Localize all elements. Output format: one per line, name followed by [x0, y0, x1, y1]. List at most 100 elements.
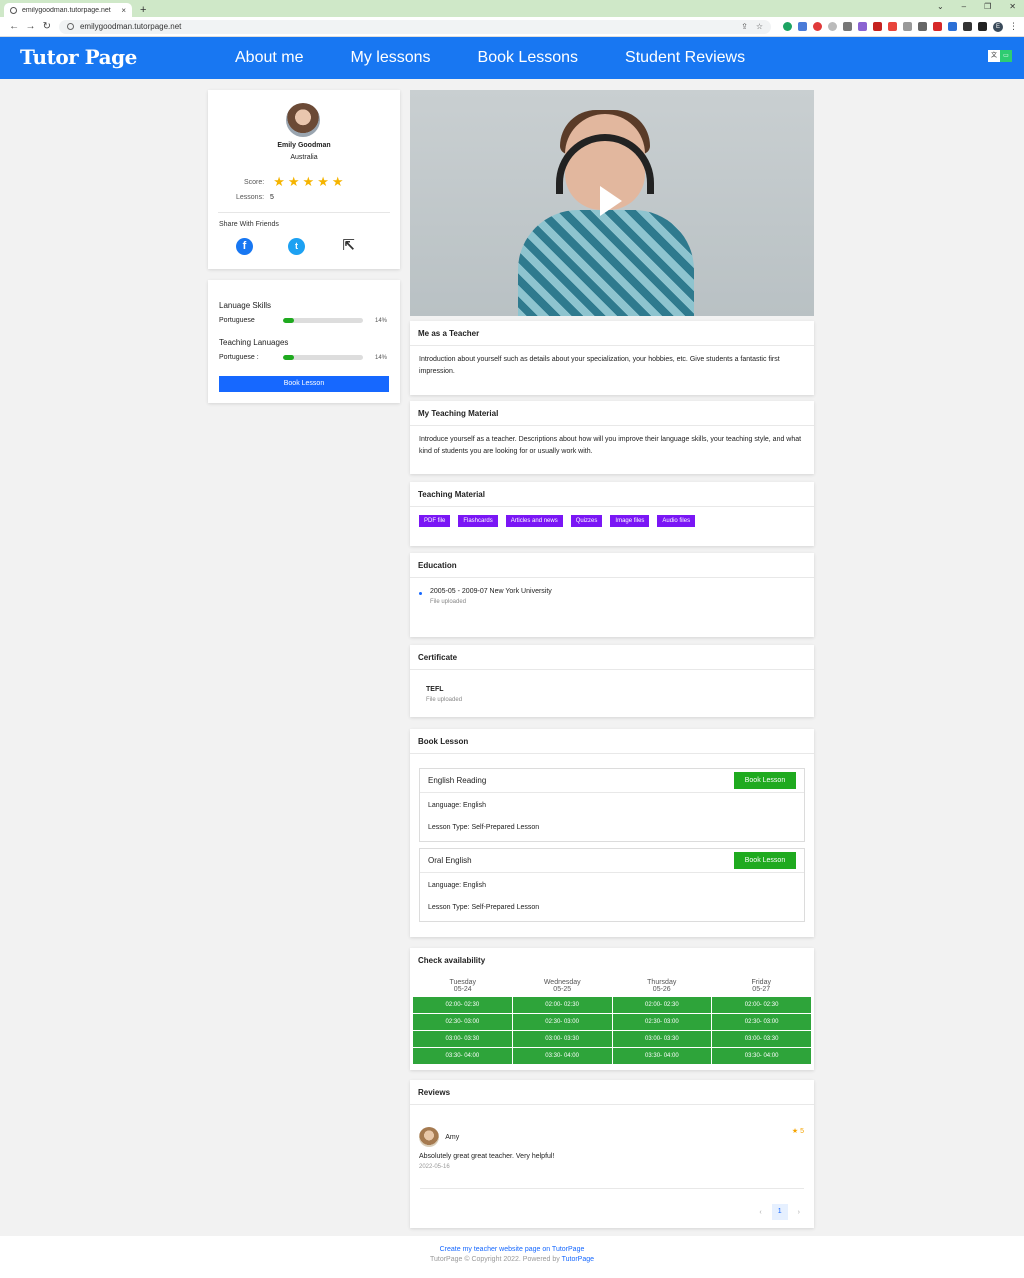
time-slot[interactable]: 02:00- 02:30	[512, 997, 612, 1013]
chevron-down-icon[interactable]: ⌄	[937, 2, 944, 11]
create-page-link[interactable]: Create my teacher website page on TutorP…	[0, 1246, 1024, 1253]
time-slot[interactable]: 03:00- 03:30	[712, 1031, 811, 1047]
lesson-card: Oral English Book Lesson Language: Engli…	[419, 848, 805, 922]
time-slot[interactable]: 02:30- 03:00	[512, 1014, 612, 1030]
language-skill-row: Portuguese 14%	[219, 317, 390, 324]
close-tab-icon[interactable]: ×	[121, 6, 126, 15]
material-tag: Image files	[610, 515, 650, 527]
camera-icon[interactable]	[902, 22, 912, 31]
section-title: Me as a Teacher	[410, 321, 814, 346]
restore-icon[interactable]: ❐	[984, 2, 991, 11]
pagination: ‹ 1 ›	[759, 1204, 800, 1220]
nav-book-lessons[interactable]: Book Lessons	[478, 49, 579, 67]
material-tag: Articles and news	[505, 515, 563, 527]
teacher-country: Australia	[290, 154, 318, 161]
language-skill-fill	[283, 318, 295, 323]
intro-video[interactable]	[410, 90, 814, 316]
time-slot[interactable]: 03:30- 04:00	[712, 1048, 811, 1064]
tab-title: emilygoodman.tutorpage.net	[22, 6, 111, 14]
lesson-name: English Reading	[428, 776, 487, 785]
time-slot[interactable]: 02:30- 03:00	[712, 1014, 811, 1030]
section-title: Reviews	[410, 1080, 814, 1105]
time-slot-row: 03:00- 03:30 03:00- 03:30 03:00- 03:30 03:0…	[413, 1031, 811, 1047]
main-nav: About me My lessons Book Lessons Student…	[235, 37, 792, 79]
language-icon[interactable]: 文	[988, 50, 1000, 62]
availability-days: Tuesday 05-24 Wednesday 05-25 Thursday 05-2…	[410, 973, 814, 997]
language-switch[interactable]: 文 ▭	[988, 50, 1012, 62]
reload-icon[interactable]: ↻	[39, 21, 55, 32]
site-footer: Create my teacher website page on TutorP…	[0, 1236, 1024, 1278]
lesson-card: English Reading Book Lesson Language: En…	[419, 768, 805, 842]
time-slot-row: 03:30- 04:00 03:30- 04:00 03:30- 04:00 03:3…	[413, 1048, 811, 1064]
share-page-icon[interactable]: ⇪	[741, 22, 748, 31]
reviewer-avatar	[419, 1127, 439, 1147]
next-page-icon[interactable]: ›	[798, 1209, 800, 1216]
book-lesson-button[interactable]: Book Lesson	[734, 852, 796, 869]
teaching-language-row: Portuguese : 14%	[219, 354, 390, 361]
material-tag: Audio files	[657, 515, 696, 527]
availability-section: Check availability Tuesday 05-24 Wednesda…	[410, 948, 814, 1070]
site-info-icon[interactable]	[66, 23, 74, 30]
prev-page-icon[interactable]: ‹	[759, 1209, 761, 1216]
extension-icon[interactable]	[932, 22, 942, 31]
site-logo[interactable]: Tutor Page	[20, 45, 137, 69]
page-number[interactable]: 1	[771, 1204, 788, 1220]
browser-tab[interactable]: emilygoodman.tutorpage.net ×	[4, 3, 132, 17]
time-slot[interactable]: 02:00- 02:30	[612, 997, 712, 1013]
time-slot[interactable]: 02:30- 03:00	[612, 1014, 712, 1030]
play-icon[interactable]	[600, 186, 622, 216]
language-skills-title: Lanuage Skills	[219, 301, 272, 310]
lesson-header: Oral English Book Lesson	[420, 849, 804, 873]
lesson-language: Language: English	[428, 802, 486, 809]
extensions-bar: E ⋮	[782, 21, 1018, 32]
time-slot[interactable]: 03:00- 03:30	[413, 1031, 512, 1047]
extension-icon[interactable]	[917, 22, 927, 31]
address-toolbar: ← → ↻ emilygoodman.tutorpage.net ⇪ ☆ E ⋮	[0, 17, 1024, 37]
minimize-icon[interactable]: –	[962, 2, 966, 11]
nav-student-reviews[interactable]: Student Reviews	[625, 49, 745, 67]
site-header: Tutor Page About me My lessons Book Less…	[0, 37, 1024, 79]
time-slot[interactable]: 02:30- 03:00	[413, 1014, 512, 1030]
nav-about-me[interactable]: About me	[235, 49, 303, 67]
time-slot[interactable]: 03:00- 03:30	[512, 1031, 612, 1047]
powered-by-link[interactable]: TutorPage	[562, 1256, 594, 1263]
chat-icon[interactable]: ▭	[1000, 50, 1012, 62]
forward-icon[interactable]: →	[22, 21, 38, 32]
extension-icon[interactable]	[857, 22, 867, 31]
time-slots-grid: 02:00- 02:30 02:00- 02:30 02:00- 02:30 02:0…	[410, 997, 814, 1064]
profile-avatar[interactable]: E	[992, 21, 1003, 32]
book-lesson-button[interactable]: Book Lesson	[219, 376, 389, 392]
extension-icon[interactable]	[827, 22, 837, 31]
extension-icon[interactable]	[842, 22, 852, 31]
twitter-icon[interactable]: t	[288, 238, 305, 255]
time-slot[interactable]: 03:00- 03:30	[612, 1031, 712, 1047]
bookmark-star-icon[interactable]: ☆	[756, 22, 763, 31]
extension-icon[interactable]	[812, 22, 822, 31]
teaching-language-fill	[283, 355, 295, 360]
share-icon[interactable]: ⇱	[340, 238, 357, 255]
address-bar[interactable]: emilygoodman.tutorpage.net ⇪ ☆	[58, 19, 771, 34]
share-icons: f t ⇱	[236, 238, 357, 255]
back-icon[interactable]: ←	[6, 21, 22, 32]
time-slot[interactable]: 02:00- 02:30	[413, 997, 512, 1013]
extension-icon[interactable]	[782, 22, 792, 31]
nav-my-lessons[interactable]: My lessons	[350, 49, 430, 67]
translate-icon[interactable]	[797, 22, 807, 31]
book-lesson-button[interactable]: Book Lesson	[734, 772, 796, 789]
menu-kebab-icon[interactable]: ⋮	[1009, 21, 1018, 32]
extension-icon[interactable]	[887, 22, 897, 31]
time-slot[interactable]: 03:30- 04:00	[612, 1048, 712, 1064]
education-section: Education 2005-05 - 2009-07 New York Uni…	[410, 553, 814, 637]
teaching-description-section: My Teaching Material Introduce yourself …	[410, 401, 814, 474]
time-slot[interactable]: 03:30- 04:00	[512, 1048, 612, 1064]
facebook-icon[interactable]: f	[236, 238, 253, 255]
new-tab-button[interactable]: +	[140, 3, 146, 17]
time-slot[interactable]: 02:00- 02:30	[712, 997, 811, 1013]
time-slot[interactable]: 03:30- 04:00	[413, 1048, 512, 1064]
close-window-icon[interactable]: ✕	[1009, 2, 1016, 11]
gmail-icon[interactable]	[872, 22, 882, 31]
lesson-type: Lesson Type: Self-Prepared Lesson	[428, 824, 540, 831]
extension-icon[interactable]	[947, 22, 957, 31]
sidepanel-icon[interactable]	[977, 22, 987, 31]
puzzle-icon[interactable]	[962, 22, 972, 31]
